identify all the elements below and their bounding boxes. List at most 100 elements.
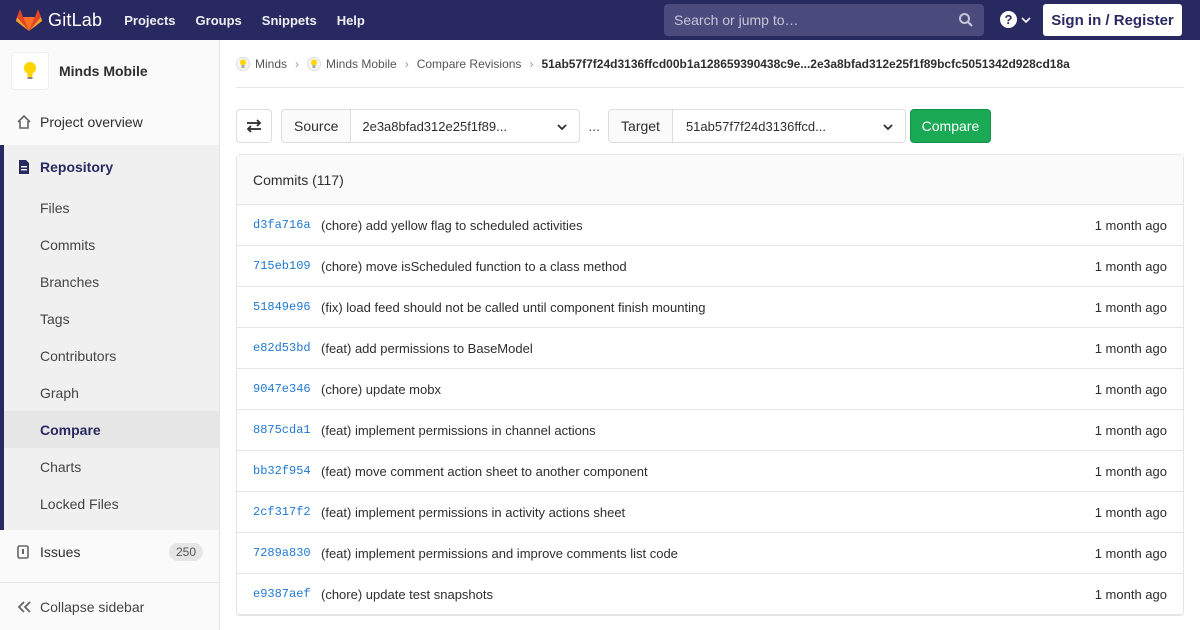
commit-sha-link[interactable]: 51849e96	[253, 300, 321, 314]
target-revision-dropdown[interactable]: 51ab57f7f24d3136ffcd...	[671, 109, 906, 143]
brand-name: GitLab	[48, 9, 103, 30]
tanuki-icon	[16, 9, 42, 31]
commit-sha-link[interactable]: 9047e346	[253, 382, 321, 396]
source-revision-value: 2e3a8bfad312e25f1f89...	[362, 118, 507, 134]
nav-snippets[interactable]: Snippets	[262, 13, 317, 28]
commit-time: 1 month ago	[1094, 586, 1167, 602]
commit-sha-link[interactable]: 715eb109	[253, 259, 321, 273]
commit-time: 1 month ago	[1094, 217, 1167, 233]
commit-sha-link[interactable]: 8875cda1	[253, 423, 321, 437]
breadcrumb-label: Minds	[255, 56, 288, 71]
breadcrumb-compare-revisions[interactable]: Compare Revisions	[417, 57, 522, 71]
commit-time: 1 month ago	[1094, 545, 1167, 561]
chevron-right-icon: ›	[295, 56, 300, 71]
sidebar-item-overview[interactable]: Project overview	[0, 102, 219, 142]
chevron-right-icon: ›	[529, 56, 534, 71]
sidebar-item-compare[interactable]: Compare	[4, 411, 219, 448]
breadcrumb-minds-mobile[interactable]: Minds Mobile	[307, 56, 397, 71]
sign-in-button[interactable]: Sign in / Register	[1043, 4, 1182, 36]
commit-time: 1 month ago	[1094, 340, 1167, 356]
nav-help[interactable]: Help	[337, 13, 365, 28]
table-row[interactable]: 9047e346 (chore) update mobx 1 month ago	[237, 369, 1183, 410]
swap-revisions-button[interactable]	[236, 109, 272, 143]
table-row[interactable]: 8875cda1 (feat) implement permissions in …	[237, 410, 1183, 451]
sidebar-item-files[interactable]: Files	[4, 189, 219, 226]
sidebar-item-charts[interactable]: Charts	[4, 448, 219, 485]
commit-message[interactable]: (chore) update test snapshots	[321, 587, 493, 602]
sidebar-item-contributors[interactable]: Contributors	[4, 337, 219, 374]
top-navbar: GitLab Projects Groups Snippets Help ? S…	[0, 0, 1200, 40]
issues-count-badge: 250	[168, 543, 203, 561]
lightbulb-icon	[236, 56, 250, 71]
commit-sha-link[interactable]: 2cf317f2	[253, 505, 321, 519]
commit-sha-link[interactable]: d3fa716a	[253, 218, 321, 232]
commit-message[interactable]: (feat) move comment action sheet to anot…	[321, 464, 648, 479]
commit-time: 1 month ago	[1094, 381, 1167, 397]
sidebar-item-commits[interactable]: Commits	[4, 226, 219, 263]
collapse-sidebar-button[interactable]: Collapse sidebar	[0, 582, 219, 630]
commit-message[interactable]: (chore) add yellow flag to scheduled act…	[321, 218, 583, 233]
table-row[interactable]: d3fa716a (chore) add yellow flag to sched…	[237, 205, 1183, 246]
sidebar-item-locked-files[interactable]: Locked Files	[4, 485, 219, 522]
compare-button[interactable]: Compare	[909, 109, 991, 143]
breadcrumb-current[interactable]: 51ab57f7f24d3136ffcd00b1a128659390438c9e…	[541, 57, 1069, 71]
sidebar-item-graph[interactable]: Graph	[4, 374, 219, 411]
sidebar-item-tags[interactable]: Tags	[4, 300, 219, 337]
table-row[interactable]: bb32f954 (feat) move comment action sheet…	[237, 451, 1183, 492]
commit-time: 1 month ago	[1094, 299, 1167, 315]
source-revision-group: Source 2e3a8bfad312e25f1f89...	[281, 109, 581, 143]
issues-icon	[17, 545, 29, 559]
question-icon: ?	[1000, 11, 1017, 28]
source-label: Source	[281, 109, 351, 143]
commit-message[interactable]: (chore) move isScheduled function to a c…	[321, 259, 627, 274]
sidebar-project-header[interactable]: Minds Mobile	[0, 40, 219, 102]
commit-message[interactable]: (feat) add permissions to BaseModel	[321, 341, 533, 356]
search-icon[interactable]	[958, 12, 974, 28]
chevron-down-icon	[557, 124, 567, 131]
search-input[interactable]	[674, 12, 944, 28]
project-name: Minds Mobile	[59, 63, 148, 79]
table-row[interactable]: 51849e96 (fix) load feed should not be ca…	[237, 287, 1183, 328]
lightbulb-icon	[24, 62, 36, 79]
commit-message[interactable]: (fix) load feed should not be called unt…	[321, 300, 705, 315]
commits-header: Commits (117)	[237, 155, 1183, 205]
table-row[interactable]: 2cf317f2 (feat) implement permissions in …	[237, 492, 1183, 533]
commit-message[interactable]: (feat) implement permissions in activity…	[321, 505, 625, 520]
commit-sha-link[interactable]: 7289a830	[253, 546, 321, 560]
gitlab-logo[interactable]: GitLab	[16, 8, 102, 32]
sidebar-repository-section: Repository Files Commits Branches Tags C…	[0, 145, 219, 530]
double-chevron-left-icon	[17, 600, 31, 613]
commit-sha-link[interactable]: e82d53bd	[253, 341, 321, 355]
home-icon	[17, 114, 31, 129]
source-revision-dropdown[interactable]: 2e3a8bfad312e25f1f89...	[350, 109, 581, 143]
chevron-down-icon	[883, 124, 893, 131]
chevron-right-icon: ›	[404, 56, 409, 71]
sidebar-item-label: Issues	[40, 544, 81, 560]
breadcrumb-minds[interactable]: Minds	[236, 56, 288, 71]
commit-time: 1 month ago	[1094, 504, 1167, 520]
commit-sha-link[interactable]: e9387aef	[253, 587, 321, 601]
swap-icon	[246, 119, 262, 133]
commits-list: Commits (117) d3fa716a (chore) add yellow…	[236, 154, 1184, 616]
revision-separator: ...	[588, 118, 601, 134]
commit-message[interactable]: (feat) implement permissions and improve…	[321, 546, 678, 561]
commit-message[interactable]: (feat) implement permissions in channel …	[321, 423, 596, 438]
nav-groups[interactable]: Groups	[196, 13, 242, 28]
sidebar-item-branches[interactable]: Branches	[4, 263, 219, 300]
target-revision-group: Target 51ab57f7f24d3136ffcd...	[608, 109, 906, 143]
collapse-sidebar-label: Collapse sidebar	[40, 598, 145, 615]
help-dropdown[interactable]: ?	[1000, 11, 1031, 28]
sidebar-item-repository[interactable]: Repository	[4, 145, 219, 189]
commit-time: 1 month ago	[1094, 422, 1167, 438]
commit-sha-link[interactable]: bb32f954	[253, 464, 321, 478]
commit-message[interactable]: (chore) update mobx	[321, 382, 441, 397]
sidebar-item-issues[interactable]: Issues 250	[0, 530, 219, 574]
nav-projects[interactable]: Projects	[124, 13, 175, 28]
commit-time: 1 month ago	[1094, 463, 1167, 479]
table-row[interactable]: e82d53bd (feat) add permissions to BaseMo…	[237, 328, 1183, 369]
table-row[interactable]: 715eb109 (chore) move isScheduled functio…	[237, 246, 1183, 287]
sidebar-item-label: Repository	[40, 159, 114, 175]
table-row[interactable]: 7289a830 (feat) implement permissions and…	[237, 533, 1183, 574]
table-row[interactable]: e9387aef (chore) update test snapshots 1 m…	[237, 574, 1183, 615]
main-content: Minds › Minds Mobile › Compare Revisions…	[236, 40, 1184, 616]
